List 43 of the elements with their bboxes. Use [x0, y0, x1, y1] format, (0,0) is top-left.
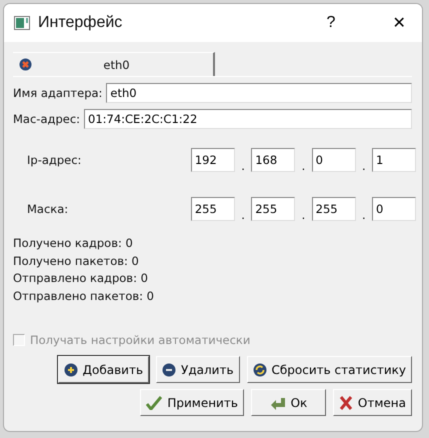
- statistic-text: Получено кадров: 0: [13, 235, 134, 252]
- action-button[interactable]: Добавить: [58, 356, 150, 383]
- tab[interactable]: eth0: [13, 52, 215, 76]
- dialog-button[interactable]: Ок: [250, 389, 326, 416]
- checkbox-label: Получать настройки автоматически: [30, 333, 250, 347]
- dialog-button[interactable]: Отмена: [332, 389, 412, 416]
- input-field[interactable]: 01:74:CE:2C:C1:22: [84, 109, 412, 129]
- octet-separator: .: [300, 160, 306, 172]
- cross-icon: [338, 396, 353, 410]
- minus-icon: [162, 362, 176, 376]
- dialog-button[interactable]: Применить: [140, 389, 244, 416]
- octet-separator: .: [240, 210, 246, 221]
- action-button[interactable]: Сбросить статистику: [246, 356, 412, 383]
- octet-separator: .: [360, 210, 367, 221]
- disconnected-icon: [19, 58, 32, 71]
- octet-field[interactable]: 255: [312, 197, 356, 221]
- octet-field[interactable]: 168: [251, 148, 296, 172]
- field-label: Маска:: [26, 202, 70, 216]
- input-field[interactable]: eth0: [106, 83, 412, 103]
- check-icon: [146, 396, 162, 410]
- octet-separator: .: [360, 160, 367, 172]
- statistic-text: Отправлено пакетов: 0: [13, 288, 155, 304]
- window-title: Интерфейс: [38, 14, 124, 32]
- octet-separator: .: [240, 160, 246, 172]
- help-button[interactable]: ?: [308, 4, 354, 42]
- octet-separator: .: [300, 210, 306, 221]
- return-arrow-icon: [270, 396, 286, 410]
- plus-icon: [64, 362, 78, 376]
- octet-field[interactable]: 192: [190, 148, 235, 172]
- statistic-text: Отправлено кадров: 0: [13, 270, 149, 287]
- field-label: Mac-адрес:: [13, 112, 80, 126]
- statistic-text: Получено пакетов: 0: [13, 252, 140, 270]
- window-app-icon: [14, 16, 30, 30]
- field-label: Ip-адрес:: [26, 152, 82, 166]
- octet-field[interactable]: 0: [372, 197, 416, 221]
- refresh-icon: [252, 362, 267, 376]
- octet-field[interactable]: 255: [190, 197, 235, 221]
- close-button[interactable]: ✕: [376, 4, 422, 42]
- action-button[interactable]: Удалить: [156, 356, 240, 383]
- octet-field[interactable]: 255: [251, 197, 296, 221]
- field-label: Имя адаптера:: [13, 86, 102, 100]
- octet-field[interactable]: 1: [372, 148, 416, 172]
- octet-field[interactable]: 0: [312, 148, 356, 172]
